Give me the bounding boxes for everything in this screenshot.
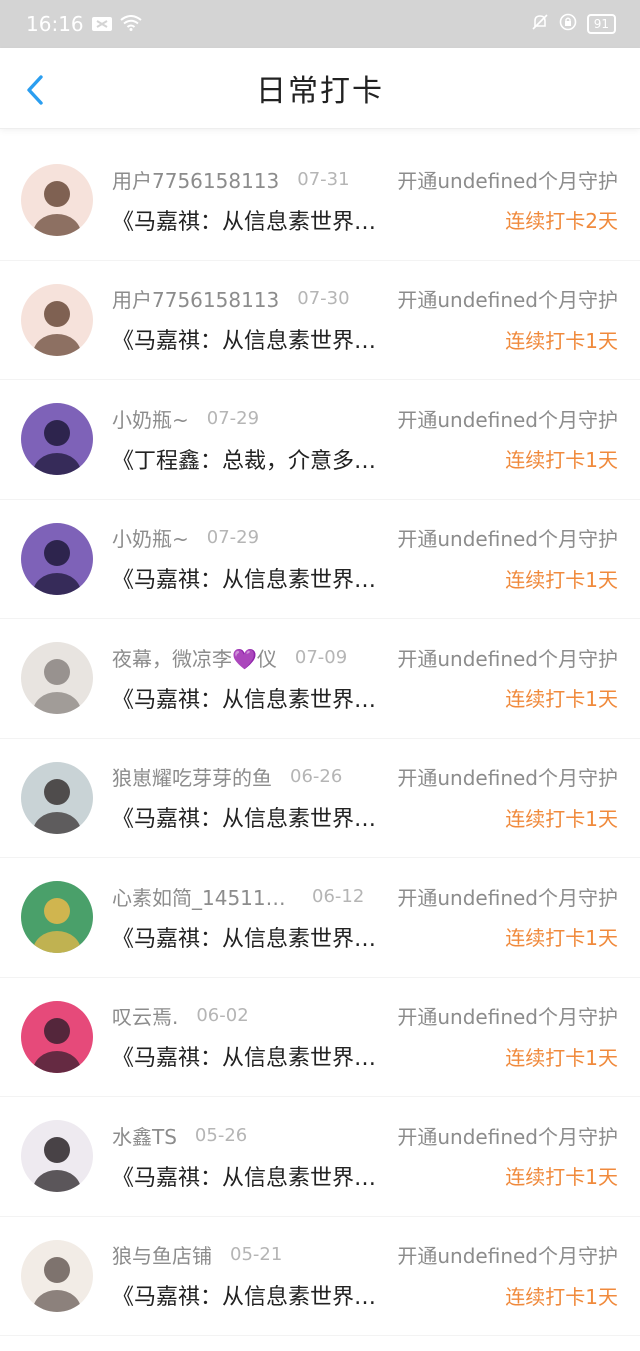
user-name[interactable]: 水鑫TS — [112, 1121, 177, 1150]
checkin-date: 05-21 — [230, 1244, 283, 1266]
guard-label: 开通undefined个月守护 — [397, 1005, 618, 1030]
checkin-date: 07-30 — [297, 288, 350, 310]
user-name[interactable]: 小奶瓶~ — [112, 523, 189, 552]
guard-label: 开通undefined个月守护 — [397, 885, 618, 910]
user-name[interactable]: 小奶瓶~ — [112, 404, 189, 433]
user-name[interactable]: 叹云焉. — [112, 1001, 178, 1030]
streak-label: 连续打卡1天 — [505, 328, 618, 353]
streak-label: 连续打卡2天 — [505, 209, 618, 234]
checkin-date: 06-26 — [290, 766, 343, 788]
streak-label: 连续打卡1天 — [505, 448, 618, 473]
checkin-date: 07-29 — [206, 527, 260, 549]
avatar[interactable] — [21, 1000, 93, 1073]
book-title[interactable]: 《马嘉祺：从信息素世界穿越而来 — [112, 562, 386, 594]
lock-rotation-icon — [559, 13, 577, 35]
checkin-date: 07-09 — [294, 646, 348, 668]
user-name[interactable]: 狼崽耀吃芽芽的鱼 — [112, 762, 272, 791]
avatar[interactable] — [21, 283, 93, 356]
list-item[interactable]: 狼与鱼店铺 05-21 开通undefined个月守护 《马嘉祺：从信息素世界穿… — [0, 1217, 640, 1336]
list-item[interactable]: 夜幕，微凉李💜仪 07-09 开通undefined个月守护 《马嘉祺：从信息素… — [0, 619, 640, 739]
streak-label: 连续打卡1天 — [505, 1045, 618, 1070]
guard-label: 开通undefined个月守护 — [397, 407, 618, 432]
avatar[interactable] — [21, 642, 93, 715]
list-item[interactable]: 小奶瓶~ 07-29 开通undefined个月守护 《丁程鑫：总裁，介意多个人… — [0, 380, 640, 500]
list-item[interactable]: 狼崽耀吃芽芽的鱼 06-26 开通undefined个月守护 《马嘉祺：从信息素… — [0, 739, 640, 858]
guard-label: 开通undefined个月守护 — [397, 288, 618, 313]
guard-label: 开通undefined个月守护 — [397, 527, 618, 552]
list-item[interactable]: 用户7756158113 07-30 开通undefined个月守护 《马嘉祺：… — [0, 261, 640, 380]
guard-label: 开通undefined个月守护 — [397, 1124, 618, 1149]
wifi-icon — [120, 12, 142, 36]
list-item[interactable]: 水鑫TS 05-26 开通undefined个月守护 《马嘉祺：从信息素世界穿越… — [0, 1097, 640, 1217]
page-title: 日常打卡 — [256, 74, 384, 109]
avatar[interactable] — [21, 881, 93, 954]
avatar[interactable] — [21, 164, 93, 237]
streak-label: 连续打卡1天 — [505, 806, 618, 831]
streak-label: 连续打卡1天 — [505, 926, 618, 951]
status-bar: 16:16 91 — [0, 0, 640, 48]
book-title[interactable]: 《马嘉祺：从信息素世界穿越而来 — [112, 801, 386, 833]
back-icon[interactable] — [24, 74, 46, 106]
streak-label: 连续打卡1天 — [505, 1165, 618, 1190]
avatar[interactable] — [21, 1239, 93, 1312]
book-title[interactable]: 《马嘉祺：从信息素世界穿越而来 — [112, 682, 386, 714]
nav-header: 日常打卡 — [0, 48, 640, 129]
guard-label: 开通undefined个月守护 — [397, 766, 618, 791]
user-name[interactable]: 狼与鱼店铺 — [112, 1240, 212, 1269]
book-title[interactable]: 《丁程鑫：总裁，介意多个人吗 — [112, 443, 386, 475]
status-time: 16:16 — [26, 12, 84, 36]
mute-icon — [531, 13, 549, 35]
book-title[interactable]: 《马嘉祺：从信息素世界穿越而来 — [112, 1279, 386, 1311]
user-name[interactable]: 用户7756158113 — [112, 284, 279, 313]
book-title[interactable]: 《马嘉祺：从信息素世界穿越而来 — [112, 323, 386, 355]
user-name[interactable]: 用户7756158113 — [112, 165, 279, 194]
streak-label: 连续打卡1天 — [505, 687, 618, 712]
guard-label: 开通undefined个月守护 — [397, 168, 618, 193]
streak-label: 连续打卡1天 — [505, 567, 618, 592]
book-title[interactable]: 《马嘉祺：从信息素世界穿越而来 — [112, 921, 386, 953]
user-name[interactable]: 心素如简_145117… — [112, 882, 294, 911]
checkin-list: 用户7756158113 07-31 开通undefined个月守护 《马嘉祺：… — [0, 141, 640, 1336]
checkin-date: 07-31 — [297, 168, 350, 190]
checkin-date: 07-29 — [206, 407, 260, 429]
avatar[interactable] — [21, 1120, 93, 1193]
list-item[interactable]: 小奶瓶~ 07-29 开通undefined个月守护 《马嘉祺：从信息素世界穿越… — [0, 500, 640, 619]
checkin-date: 06-12 — [312, 885, 365, 907]
guard-label: 开通undefined个月守护 — [397, 646, 618, 671]
book-title[interactable]: 《马嘉祺：从信息素世界穿越而来 — [112, 1040, 386, 1072]
guard-label: 开通undefined个月守护 — [397, 1244, 618, 1269]
book-title[interactable]: 《马嘉祺：从信息素世界穿越而来 — [112, 1160, 386, 1192]
user-name[interactable]: 夜幕，微凉李💜仪 — [112, 643, 277, 672]
avatar[interactable] — [21, 761, 93, 834]
list-item[interactable]: 叹云焉. 06-02 开通undefined个月守护 《马嘉祺：从信息素世界穿越… — [0, 978, 640, 1097]
avatar[interactable] — [21, 403, 93, 476]
checkin-date: 06-02 — [196, 1005, 249, 1027]
notification-icon — [91, 12, 112, 36]
book-title[interactable]: 《马嘉祺：从信息素世界穿越而来 — [112, 204, 386, 236]
avatar[interactable] — [21, 522, 93, 595]
list-item[interactable]: 心素如简_145117… 06-12 开通undefined个月守护 《马嘉祺：… — [0, 858, 640, 978]
checkin-date: 05-26 — [194, 1124, 248, 1146]
list-item[interactable]: 用户7756158113 07-31 开通undefined个月守护 《马嘉祺：… — [0, 141, 640, 261]
streak-label: 连续打卡1天 — [505, 1284, 618, 1309]
battery-indicator: 91 — [586, 14, 616, 34]
